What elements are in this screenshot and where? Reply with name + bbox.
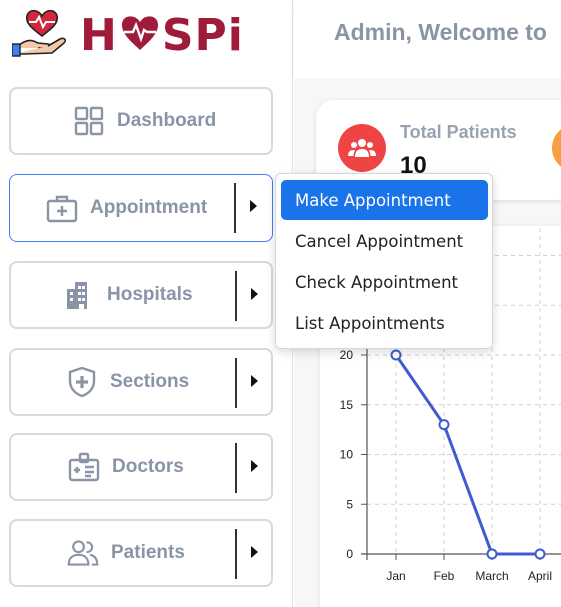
medical-case-icon <box>46 192 78 224</box>
brand-name: H SPi <box>80 10 244 61</box>
sidebar-item-label: Appointment <box>90 197 208 218</box>
sidebar: H SPi Dashboard Appointment Hospitals Se… <box>0 0 293 607</box>
patients-group-icon <box>338 124 386 172</box>
shield-plus-icon <box>66 366 98 398</box>
y-tick-label: 0 <box>346 547 353 561</box>
care-hand-heart-icon <box>12 9 66 57</box>
x-tick-label: Feb <box>434 569 455 583</box>
menu-item-cancel-appointment[interactable]: Cancel Appointment <box>281 221 488 261</box>
menu-item-list-appointments[interactable]: List Appointments <box>281 303 488 343</box>
top-header: Admin, Welcome to <box>294 0 561 78</box>
menu-item-check-appointment[interactable]: Check Appointment <box>281 262 488 302</box>
data-point <box>390 349 402 361</box>
sidebar-item-doctors[interactable]: Doctors <box>9 433 273 501</box>
caret-right-icon[interactable] <box>251 288 258 300</box>
people-icon <box>67 537 99 569</box>
y-tick-label: 20 <box>340 348 354 362</box>
caret-right-icon[interactable] <box>251 375 258 387</box>
sidebar-item-label: Dashboard <box>117 110 217 131</box>
menu-item-make-appointment[interactable]: Make Appointment <box>281 180 488 220</box>
y-tick-label: 15 <box>340 398 354 412</box>
stat-icon-orange <box>552 124 561 172</box>
sidebar-item-sections[interactable]: Sections <box>9 348 273 416</box>
sidebar-item-patients[interactable]: Patients <box>9 519 273 587</box>
y-tick-label: 10 <box>340 448 354 462</box>
app-window: H SPi Dashboard Appointment Hospitals Se… <box>0 0 561 607</box>
heart-pulse-icon <box>121 16 158 50</box>
page-title: Admin, Welcome to <box>334 19 547 45</box>
sidebar-item-label: Patients <box>111 542 185 563</box>
divider <box>234 183 236 233</box>
sidebar-item-hospitals[interactable]: Hospitals <box>9 261 273 329</box>
stat-label: Total Patients <box>400 122 517 142</box>
sidebar-item-appointment[interactable]: Appointment <box>9 174 273 242</box>
grid-icon <box>73 105 105 137</box>
divider <box>235 529 237 579</box>
data-point <box>438 419 450 431</box>
doctor-badge-icon <box>68 451 100 483</box>
sidebar-item-label: Doctors <box>112 456 184 477</box>
caret-right-icon[interactable] <box>251 546 258 558</box>
data-point <box>534 548 546 560</box>
x-tick-label: March <box>475 569 508 583</box>
brand-logo: H SPi <box>12 6 272 64</box>
x-tick-label: Jan <box>386 569 405 583</box>
hospital-building-icon <box>63 279 95 311</box>
x-tick-label: April <box>528 569 552 583</box>
divider <box>235 358 237 408</box>
divider <box>235 271 237 321</box>
data-point <box>486 548 498 560</box>
caret-right-icon[interactable] <box>251 460 258 472</box>
divider <box>235 443 237 493</box>
appointment-dropdown-menu: Make Appointment Cancel Appointment Chec… <box>275 173 493 349</box>
sidebar-item-label: Sections <box>110 371 190 392</box>
sidebar-item-label: Hospitals <box>107 284 193 305</box>
sidebar-item-dashboard[interactable]: Dashboard <box>9 87 273 155</box>
y-tick-label: 5 <box>346 497 353 511</box>
caret-right-icon[interactable] <box>250 200 257 212</box>
